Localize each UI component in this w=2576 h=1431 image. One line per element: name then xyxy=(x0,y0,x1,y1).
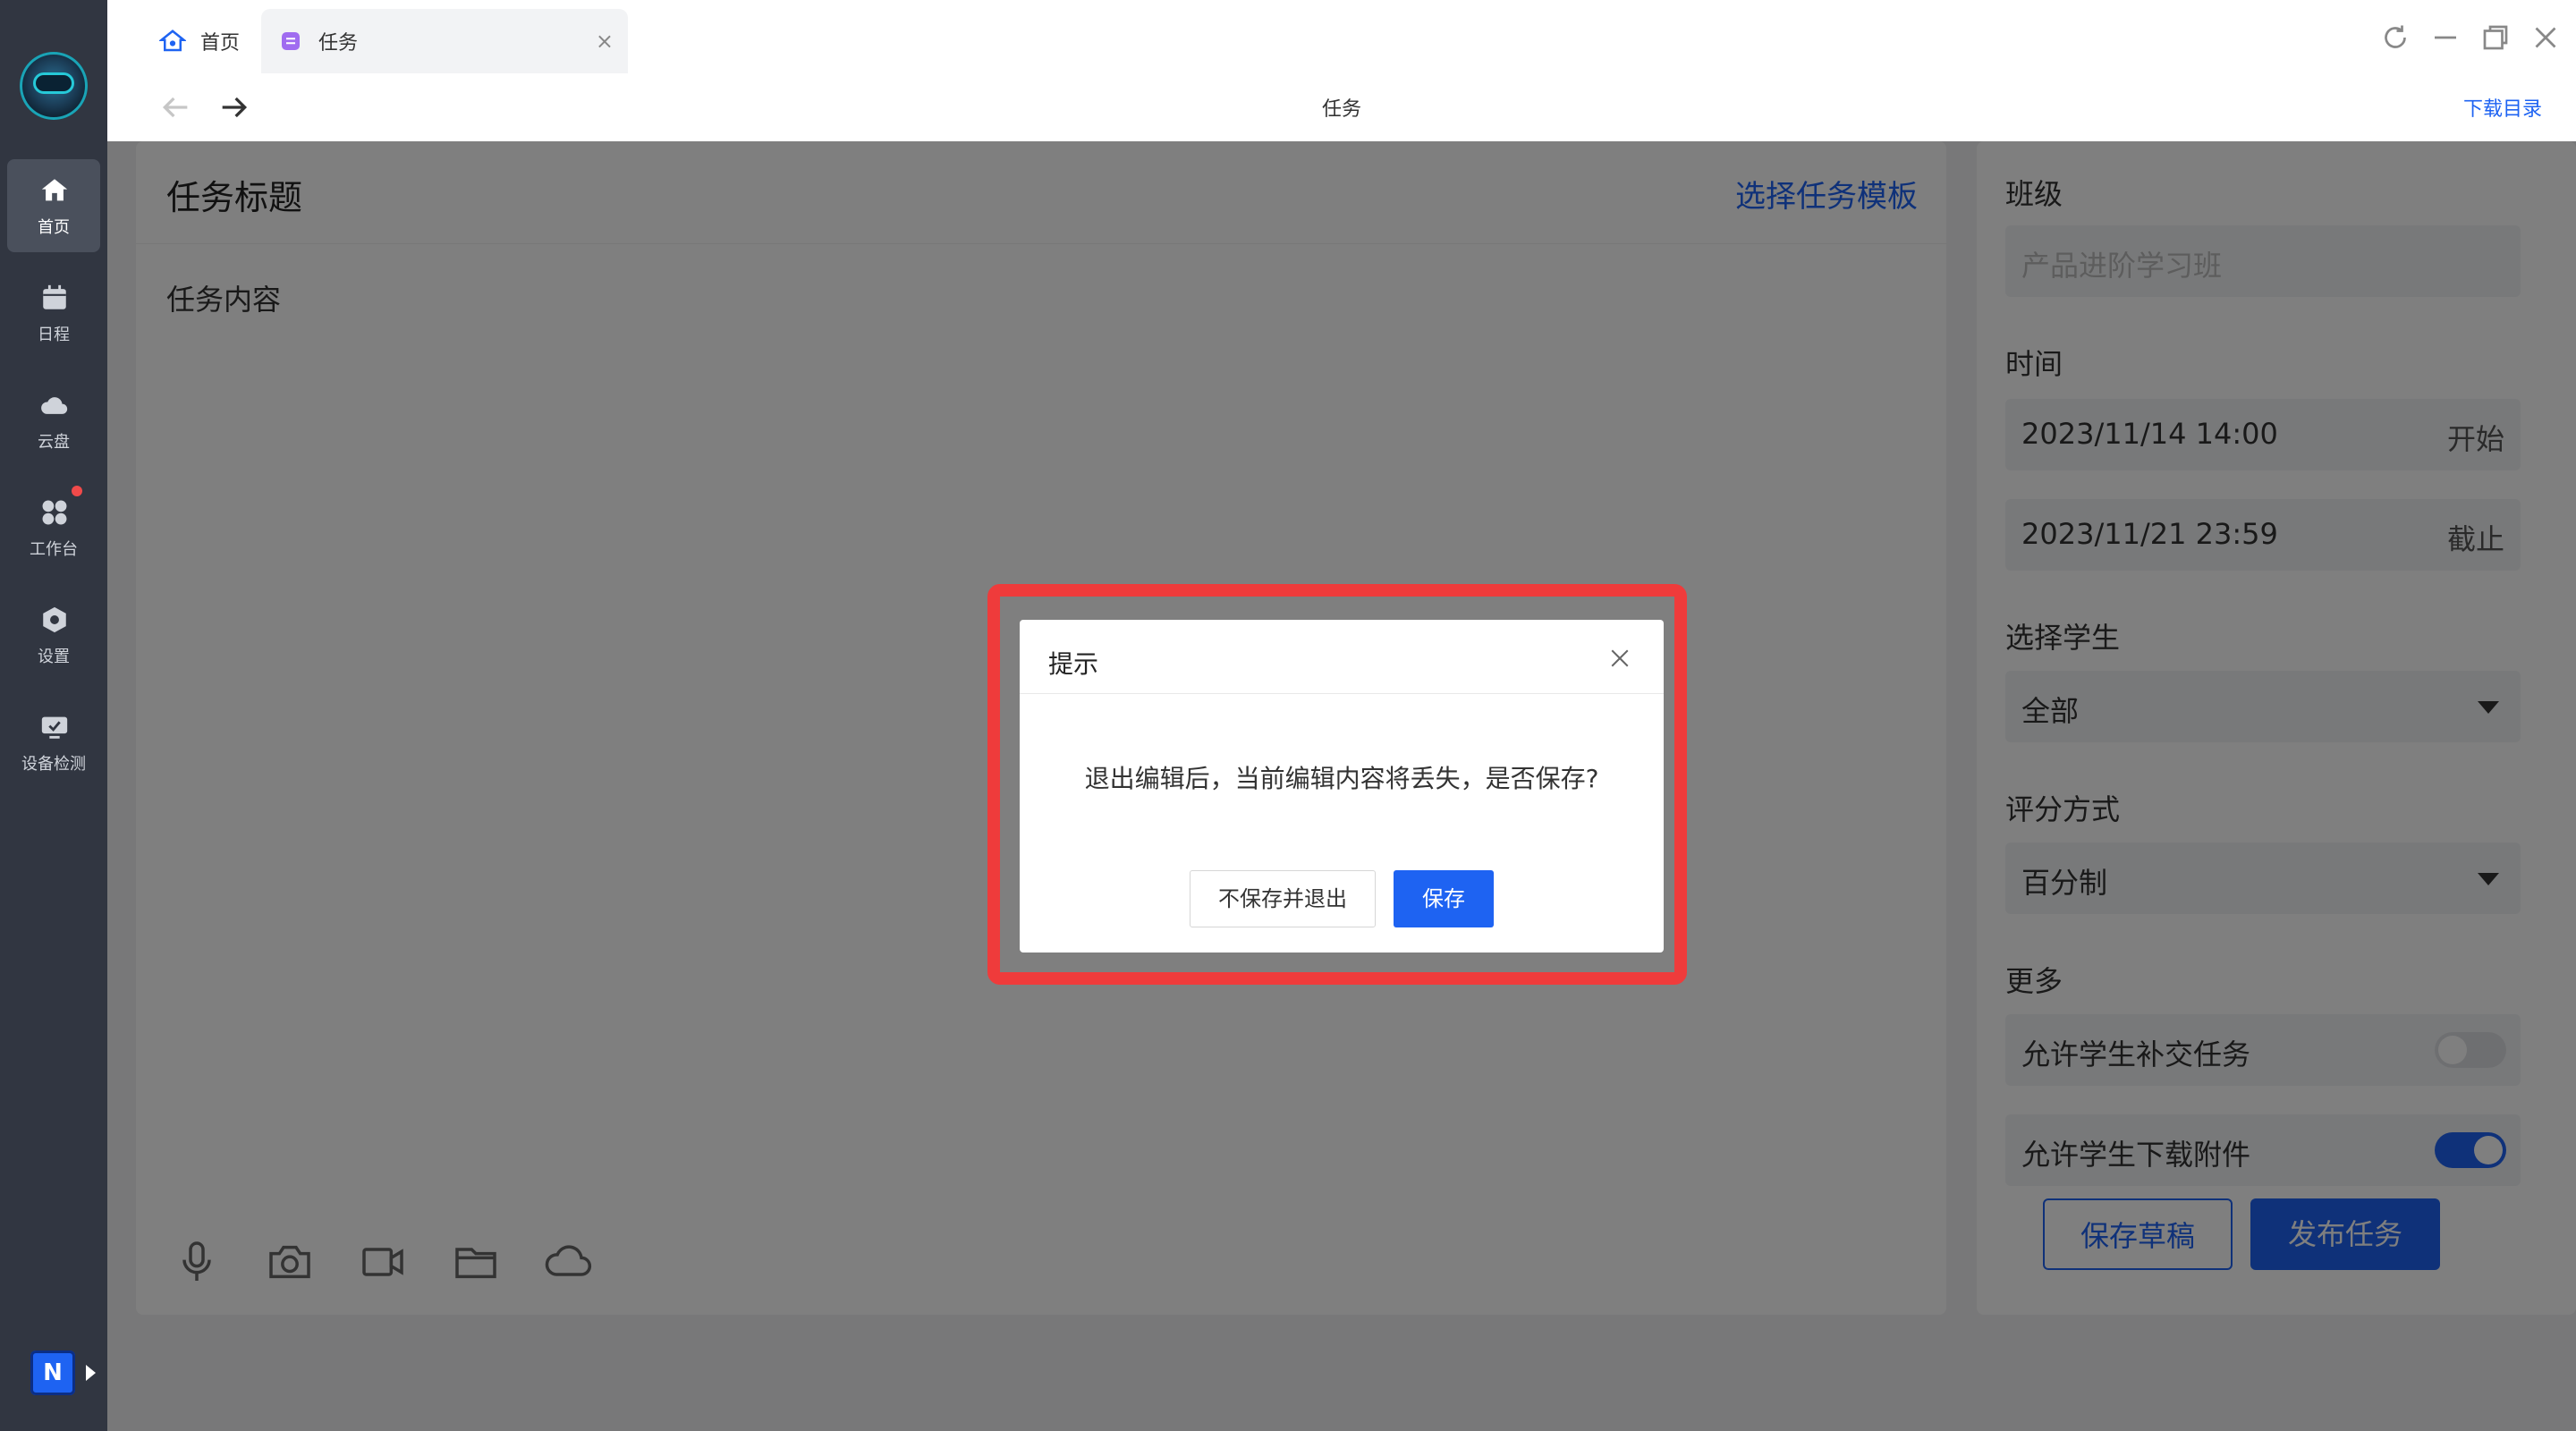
home-icon xyxy=(41,179,68,201)
sidebar-item-label: 云盘 xyxy=(38,433,70,452)
expand-arrow-icon[interactable] xyxy=(86,1365,96,1381)
refresh-icon[interactable] xyxy=(2379,21,2411,54)
gear-icon xyxy=(43,606,66,633)
notification-dot xyxy=(72,486,82,496)
tab-label: 首页 xyxy=(200,32,241,55)
dialog-divider xyxy=(1020,693,1664,694)
sidebar-item-label: 设备检测 xyxy=(21,755,86,774)
minimize-icon[interactable] xyxy=(2429,21,2462,54)
sidebar-item-label: 工作台 xyxy=(30,540,78,559)
confirm-dialog: 提示 退出编辑后，当前编辑内容将丢失，是否保存? 不保存并退出 保存 xyxy=(1020,620,1664,953)
toolbar: 任务 下载目录 xyxy=(107,73,2576,142)
sidebar-item-home[interactable]: 首页 xyxy=(7,159,100,252)
save-button[interactable]: 保存 xyxy=(1394,870,1494,927)
close-icon[interactable] xyxy=(1606,645,1633,672)
sidebar-item-label: 首页 xyxy=(38,218,70,237)
page-title: 任务 xyxy=(1321,98,1361,121)
download-dir-link[interactable]: 下载目录 xyxy=(2463,93,2542,122)
tab-home[interactable]: 首页 xyxy=(143,9,277,73)
sidebar: 首页 日程 云盘 工作台 设置 设备检测 N xyxy=(0,0,107,1431)
sidebar-item-settings[interactable]: 设置 xyxy=(7,588,100,682)
device-check-icon xyxy=(41,716,68,739)
tab-close-icon[interactable]: × xyxy=(596,29,614,54)
dialog-message: 退出编辑后，当前编辑内容将丢失，是否保存? xyxy=(1084,764,1599,793)
sidebar-item-cloud[interactable]: 云盘 xyxy=(7,374,100,467)
sidebar-item-workbench[interactable]: 工作台 xyxy=(7,481,100,574)
sidebar-item-calendar[interactable]: 日程 xyxy=(7,267,100,360)
close-icon[interactable] xyxy=(2529,21,2562,54)
home-icon xyxy=(159,30,186,52)
tab-bar: 首页 任务 × xyxy=(107,0,2576,73)
task-icon xyxy=(282,32,300,50)
calendar-icon xyxy=(43,284,66,309)
sidebar-item-device-check[interactable]: 设备检测 xyxy=(7,696,100,789)
sidebar-item-label: 日程 xyxy=(38,326,70,344)
tab-task[interactable]: 任务 × xyxy=(261,9,628,73)
tab-label: 任务 xyxy=(318,32,359,55)
apps-icon xyxy=(42,500,67,525)
no-save-exit-button[interactable]: 不保存并退出 xyxy=(1190,870,1376,927)
app-logo xyxy=(20,52,88,120)
cloud-icon xyxy=(41,397,68,414)
dialog-title: 提示 xyxy=(1048,649,1099,679)
n-badge[interactable]: N xyxy=(30,1351,75,1395)
restore-icon[interactable] xyxy=(2479,21,2512,54)
sidebar-item-label: 设置 xyxy=(38,648,70,666)
